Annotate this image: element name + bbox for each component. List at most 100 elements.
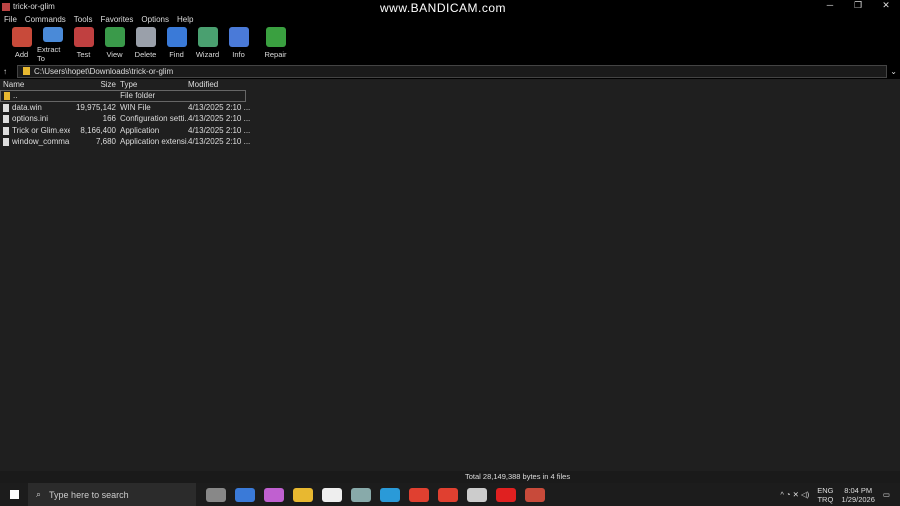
toolbar-extract-to-button[interactable]: Extract To bbox=[37, 25, 68, 63]
taskbar-app-icon[interactable] bbox=[350, 487, 371, 502]
start-button[interactable] bbox=[10, 490, 19, 499]
file-icon bbox=[3, 115, 9, 124]
toolbar-label: Test bbox=[76, 50, 91, 59]
info-icon bbox=[228, 27, 249, 47]
address-bar: ↑ C:\Users\hopet\Downloads\trick-or-glim… bbox=[0, 63, 900, 79]
file-row[interactable]: Trick or Glim.exe 8,166,400 Application 4/1… bbox=[0, 125, 900, 137]
file-icon bbox=[3, 138, 9, 147]
toolbar-wizard-button[interactable]: Wizard bbox=[192, 25, 223, 63]
file-row[interactable]: data.win 19,975,142 WIN File 4/13/2025 2:10… bbox=[0, 102, 900, 114]
toolbar: Add Extract To Test View Delete Find Wizard Inf… bbox=[0, 25, 900, 63]
file-name: Trick or Glim.exe bbox=[0, 126, 70, 135]
repair-icon bbox=[265, 27, 286, 47]
minimize-button[interactable]: ─ bbox=[816, 0, 844, 11]
menu-favorites[interactable]: Favorites bbox=[100, 15, 133, 24]
wizard-icon bbox=[197, 27, 218, 47]
column-headers: Name Size Type Modified bbox=[0, 79, 900, 90]
taskbar-app-icon[interactable] bbox=[292, 487, 313, 502]
path-field[interactable]: C:\Users\hopet\Downloads\trick-or-glim bbox=[17, 64, 888, 78]
taskbar-app-icon[interactable] bbox=[466, 487, 487, 502]
menu-help[interactable]: Help bbox=[177, 15, 193, 24]
add-icon bbox=[11, 27, 32, 47]
watermark: www.BANDICAM.com bbox=[380, 1, 507, 15]
file-name: .. bbox=[1, 91, 71, 101]
toolbar-label: Add bbox=[14, 50, 29, 59]
file-type: WIN File bbox=[120, 102, 151, 112]
view-icon bbox=[104, 27, 125, 47]
toolbar-label: View bbox=[106, 50, 123, 59]
taskbar-app-icon[interactable] bbox=[495, 487, 516, 502]
file-size: 19,975,142 bbox=[75, 102, 116, 112]
taskbar-app-icon[interactable] bbox=[234, 487, 255, 502]
chevron-down-icon[interactable]: ⌄ bbox=[890, 67, 897, 76]
close-button[interactable]: ✕ bbox=[872, 0, 900, 11]
title-bar: trick-or-glim www.BANDICAM.com ─ ❐ ✕ bbox=[0, 0, 900, 15]
file-name-text: window_comma... bbox=[12, 137, 70, 147]
file-name: window_comma... bbox=[0, 137, 70, 147]
app-icon bbox=[2, 2, 10, 11]
file-name-text: data.win bbox=[12, 102, 42, 112]
search-placeholder: Type here to search bbox=[49, 489, 129, 500]
lang-1[interactable]: ENG bbox=[817, 486, 833, 495]
taskbar: ⌕ Type here to search ^ ◔ ✕ ◁) ENG TRQ 8:0… bbox=[0, 483, 900, 506]
search-icon: ⌕ bbox=[36, 489, 42, 499]
taskbar-app-icon[interactable] bbox=[524, 487, 545, 502]
file-name-text: Trick or Glim.exe bbox=[12, 125, 70, 135]
toolbar-label: Repair bbox=[264, 50, 287, 59]
clock-date[interactable]: 1/29/2026 bbox=[842, 495, 875, 504]
status-text: Total 28,149,388 bytes in 4 files bbox=[465, 472, 571, 481]
taskbar-app-icon[interactable] bbox=[379, 487, 400, 502]
toolbar-label: Delete bbox=[134, 50, 157, 59]
toolbar-info-button[interactable]: Info bbox=[223, 25, 254, 63]
file-row[interactable]: options.ini 166 Configuration setti... 4/13… bbox=[0, 113, 900, 125]
lang-2[interactable]: TRQ bbox=[817, 495, 833, 504]
file-name-text: .. bbox=[13, 91, 18, 101]
toolbar-test-button[interactable]: Test bbox=[68, 25, 99, 63]
toolbar-view-button[interactable]: View bbox=[99, 25, 130, 63]
file-name: options.ini bbox=[0, 114, 70, 124]
tray-icons[interactable]: ^ ◔ ✕ ◁) bbox=[780, 490, 809, 499]
file-modified: 4/13/2025 2:10 ... bbox=[188, 137, 251, 147]
file-size: 7,680 bbox=[95, 137, 116, 147]
file-size: 8,166,400 bbox=[80, 125, 116, 135]
toolbar-label: Info bbox=[232, 50, 245, 59]
clock-time[interactable]: 8:04 PM bbox=[842, 486, 875, 495]
notification-icon[interactable]: ▭ bbox=[883, 490, 890, 499]
toolbar-label: Wizard bbox=[195, 50, 220, 59]
status-bar: Total 28,149,388 bytes in 4 files bbox=[0, 471, 900, 483]
file-row[interactable]: .. File folder bbox=[0, 90, 246, 102]
taskbar-app-icon[interactable] bbox=[408, 487, 429, 502]
menu-file[interactable]: File bbox=[4, 15, 17, 24]
header-type[interactable]: Type bbox=[116, 80, 188, 89]
file-name: data.win bbox=[0, 103, 70, 112]
menu-options[interactable]: Options bbox=[141, 15, 169, 24]
find-icon bbox=[166, 27, 187, 47]
header-size[interactable]: Size bbox=[70, 80, 116, 89]
menu-commands[interactable]: Commands bbox=[25, 15, 66, 24]
taskbar-search[interactable]: ⌕ Type here to search bbox=[28, 483, 196, 506]
file-type: Configuration setti... bbox=[120, 114, 188, 124]
toolbar-repair-button[interactable]: Repair bbox=[260, 25, 291, 63]
taskbar-app-icon[interactable] bbox=[205, 487, 226, 502]
file-icon bbox=[3, 126, 9, 135]
extract-to-icon bbox=[42, 27, 63, 42]
taskbar-app-icon[interactable] bbox=[263, 487, 284, 502]
toolbar-add-button[interactable]: Add bbox=[6, 25, 37, 63]
menu-tools[interactable]: Tools bbox=[74, 15, 93, 24]
up-arrow-icon[interactable]: ↑ bbox=[3, 67, 7, 76]
file-row[interactable]: window_comma... 7,680 Application extensi.… bbox=[0, 136, 900, 148]
taskbar-app-icon[interactable] bbox=[321, 487, 342, 502]
file-modified: 4/13/2025 2:10 ... bbox=[188, 125, 251, 135]
file-modified: 4/13/2025 2:10 ... bbox=[188, 114, 251, 124]
header-name[interactable]: Name bbox=[0, 80, 70, 89]
window-title: trick-or-glim bbox=[13, 2, 55, 11]
toolbar-delete-button[interactable]: Delete bbox=[130, 25, 161, 63]
toolbar-find-button[interactable]: Find bbox=[161, 25, 192, 63]
restore-button[interactable]: ❐ bbox=[844, 0, 872, 11]
file-name-text: options.ini bbox=[12, 114, 49, 124]
delete-icon bbox=[135, 27, 156, 47]
file-list: .. File folder data.win 19,975,142 WIN File 4… bbox=[0, 90, 900, 148]
header-modified[interactable]: Modified bbox=[188, 80, 246, 89]
file-size: 166 bbox=[102, 114, 116, 124]
taskbar-app-icon[interactable] bbox=[437, 487, 458, 502]
